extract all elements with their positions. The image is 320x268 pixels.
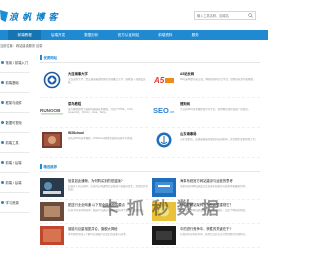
- sidebar-item[interactable]: 前端 / 后端: [0, 173, 30, 193]
- news-title[interactable]: 中的进行竞争中，获胜的关键在于?: [180, 226, 258, 231]
- site-card[interactable]: 大连海事大学 大连海事大学，是交通运输部所属的全国重点大学，国家双一流建设高校。: [40, 68, 148, 98]
- news-thumbnail[interactable]: [40, 226, 64, 245]
- site-desc: 大连海事大学，是交通运输部所属的全国重点大学，国家双一流建设高校。: [68, 77, 146, 84]
- seo-logo-icon: SEO .cn: [152, 101, 176, 119]
- search-box: [194, 11, 256, 20]
- sidebar-item[interactable]: 框架与组件: [0, 93, 30, 113]
- news-title[interactable]: 信息如此通畅，为何购买到的是盗版?: [68, 178, 148, 183]
- site-desc: 菜鸟教程提供了编程的基础技术教程，介绍了HTML、CSS、Javascript、…: [68, 107, 135, 114]
- sidebar-item[interactable]: 学习资源: [0, 193, 30, 213]
- logo-mark-icon: [0, 10, 8, 22]
- main-nav: 前端教程 后端开发 数据分析 官方认证网站 前端资料 服务: [0, 30, 268, 40]
- news-row: 配送行业全网通 以下是全网运营的要点 在当下的市场环境中，配送行业通过全网运营获…: [40, 200, 260, 224]
- bullet-icon: [1, 141, 4, 144]
- nav-item[interactable]: 服务: [182, 30, 208, 40]
- bullet-icon: [1, 161, 4, 164]
- search-button[interactable]: [246, 12, 255, 19]
- news-title[interactable]: 配送行业全网通 以下是全网运营的要点: [68, 202, 148, 207]
- sidebar-item-label: 数据可视化: [5, 121, 22, 125]
- sidebar-item[interactable]: 前端工具: [0, 133, 30, 153]
- sidebar-item-label: 常用 / 前端入门: [5, 61, 29, 65]
- site-card[interactable]: W3School 领先的Web技术教程，W3School提供全面的前端学习资源。: [40, 128, 148, 158]
- news-desc: 网站架构是网站建设中的重要组成部分，决定了网站的性能。: [180, 208, 248, 212]
- site-desc: A5站长网是站长交流、网络营销的综合平台，提供站长资讯和教程。: [180, 77, 256, 81]
- news-title[interactable]: 海事系统官方网站建设与运营的思考: [180, 178, 258, 183]
- site-grid: 大连海事大学 大连海事大学，是交通运输部所属的全国重点大学，国家双一流建设高校。…: [40, 68, 260, 158]
- news-thumbnail[interactable]: [40, 202, 64, 221]
- news-desc: 在激烈的市场竞争中，找到合适的方法才是获胜的关键所在。: [180, 232, 248, 236]
- news-desc: 在当下的市场环境中，配送行业通过全网运营获得了更多的发展机会。: [68, 208, 146, 212]
- sidebar-item-label: 前端 / 后端: [5, 181, 22, 185]
- w3school-logo-icon: [40, 131, 64, 149]
- svg-text:.cn: .cn: [169, 109, 174, 114]
- search-icon: [248, 13, 253, 18]
- sidebar-item-label: 框架与组件: [5, 101, 22, 105]
- sidebar-item[interactable]: 前端 / 后端: [0, 153, 30, 173]
- search-input[interactable]: [195, 12, 246, 19]
- site-name: W3School: [68, 131, 84, 135]
- news-row: 信息如此通畅，为何购买到的是盗版? 在很多人的认知中，信息的公开透明应该能减少盗…: [40, 176, 260, 200]
- site-desc: 专业的SEO技术教程和学习平台，提供网站优化和推广的知识。: [180, 107, 251, 111]
- news-row: 谁能与巨星相提并论，旗舰大揭秘 本文将带你深入了解行业旗舰产品背后的故事与技术。…: [40, 224, 260, 248]
- site-card[interactable]: SEO .cn 搜狗网 专业的SEO技术教程和学习平台，提供网站优化和推广的知识。: [152, 98, 260, 128]
- runoob-logo-icon: RUNOOB: [40, 101, 64, 119]
- site-name: 菜鸟教程: [68, 102, 82, 106]
- nav-item[interactable]: 后端开发: [41, 30, 74, 40]
- a5-logo-icon: A5: [152, 71, 176, 89]
- bullet-icon: [1, 121, 4, 124]
- site-logo[interactable]: 浪 帆 博 客: [0, 9, 58, 23]
- sidebar-item[interactable]: 数据可视化: [0, 113, 30, 133]
- sidebar-item-label: 前端基础: [5, 81, 19, 85]
- site-name: 搜狗网: [180, 102, 190, 106]
- bullet-icon: [1, 61, 4, 64]
- sidebar-item[interactable]: 常用 / 前端入门: [0, 53, 30, 73]
- university-seal-icon: [40, 71, 64, 89]
- site-desc: 山东海事局，交通运输部海事局的派出机构，负责辖区海事管理工作。: [180, 137, 258, 141]
- sidebar: 常用 / 前端入门 前端基础 框架与组件 数据可视化 前端工具 前端 / 后端 …: [0, 53, 30, 213]
- nav-item[interactable]: 前端资料: [149, 30, 182, 40]
- section-title: 优质网站: [43, 56, 58, 60]
- news-thumbnail[interactable]: [40, 178, 64, 197]
- site-name: 山东海事局: [180, 132, 197, 136]
- news-title[interactable]: 什么是网站架构？为什么要重视它？: [180, 202, 258, 207]
- site-card[interactable]: 山东海事局 山东海事局，交通运输部海事局的派出机构，负责辖区海事管理工作。: [152, 128, 260, 158]
- svg-text:SEO: SEO: [153, 106, 169, 115]
- sidebar-item[interactable]: 前端基础: [0, 73, 30, 93]
- logo-text: 浪 帆 博 客: [9, 12, 58, 23]
- section-title: 精选推荐: [43, 165, 58, 169]
- main-content: 优质网站 大连海事大学 大连海事大学，是交通运输部所属的全国重点大学，国家双一流…: [40, 53, 260, 248]
- nav-item[interactable]: 官方认证网站: [108, 30, 149, 40]
- news-desc: 本文将带你深入了解行业旗舰产品背后的故事与技术。: [68, 232, 129, 236]
- section-header: 优质网站: [40, 53, 260, 63]
- breadcrumb: 当前位置：网站建设服务 目录: [0, 44, 43, 48]
- bullet-icon: [1, 81, 4, 84]
- site-card[interactable]: A5 A5站长网 A5站长网是站长交流、网络营销的综合平台，提供站长资讯和教程。: [152, 68, 260, 98]
- news-thumbnail[interactable]: [152, 178, 176, 197]
- news-title[interactable]: 谁能与巨星相提并论，旗舰大揭秘: [68, 226, 148, 231]
- nav-item[interactable]: 数据分析: [75, 30, 108, 40]
- news-thumbnail[interactable]: [152, 202, 176, 221]
- news-desc: 在很多人的认知中，信息的公开透明应该能减少盗版的发生，但现实并非如此。: [68, 184, 148, 191]
- news-thumbnail[interactable]: [152, 226, 176, 245]
- svg-text:RUNOOB: RUNOOB: [40, 108, 61, 113]
- site-card[interactable]: RUNOOB 菜鸟教程 菜鸟教程提供了编程的基础技术教程，介绍了HTML、CSS…: [40, 98, 148, 128]
- news-list: 信息如此通畅，为何购买到的是盗版? 在很多人的认知中，信息的公开透明应该能减少盗…: [40, 176, 260, 248]
- section-header: 精选推荐: [40, 162, 260, 172]
- bullet-icon: [1, 201, 4, 204]
- site-name: A5站长网: [180, 72, 195, 76]
- maritime-emblem-icon: [152, 131, 176, 149]
- sidebar-item-label: 学习资源: [5, 201, 19, 205]
- svg-text:A5: A5: [153, 76, 165, 85]
- nav-item[interactable]: 前端教程: [8, 30, 42, 40]
- top-bar: 浪 帆 博 客: [0, 0, 268, 30]
- sidebar-item-label: 前端 / 后端: [5, 161, 22, 165]
- bullet-icon: [1, 101, 4, 104]
- site-desc: 领先的Web技术教程，W3School提供全面的前端学习资源。: [68, 136, 135, 140]
- bullet-icon: [1, 181, 4, 184]
- site-name: 大连海事大学: [68, 72, 88, 76]
- sidebar-item-label: 前端工具: [5, 141, 19, 145]
- news-desc: 海事系统的网站建设在信息发布和服务方面发挥着重要作用。: [180, 184, 248, 188]
